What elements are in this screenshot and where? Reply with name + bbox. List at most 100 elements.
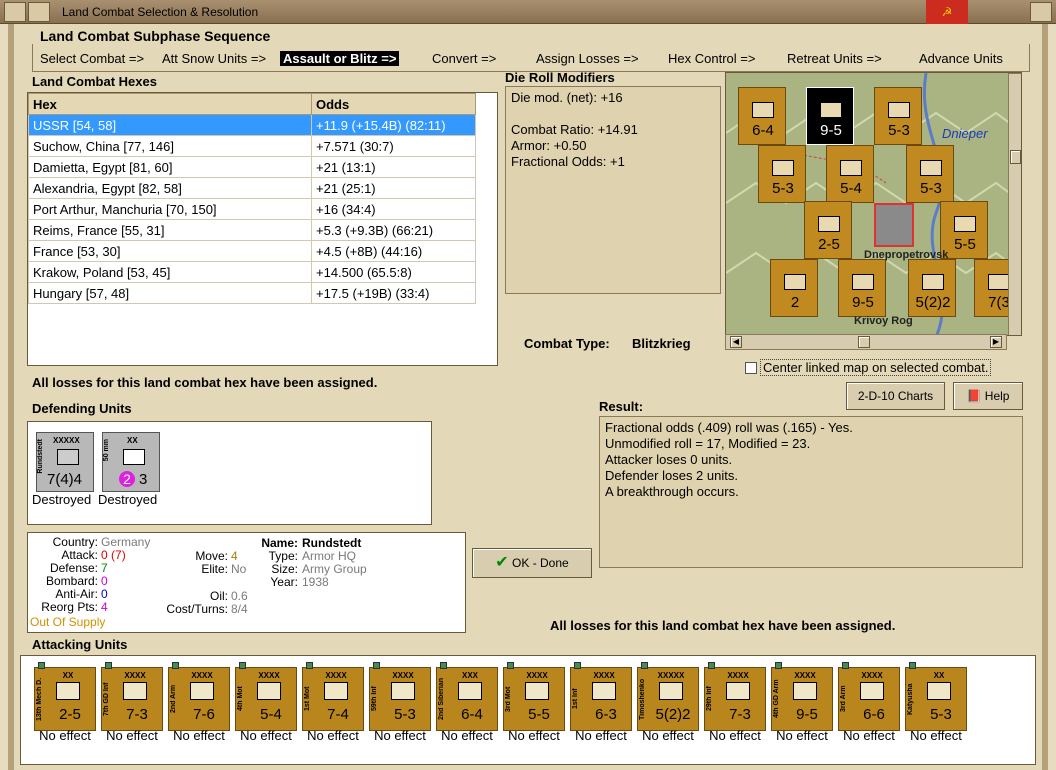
- result-line: Defender loses 2 units.: [605, 468, 738, 483]
- help-label: Help: [984, 389, 1010, 403]
- hex-row[interactable]: USSR [54, 58] +11.9 (+15.4B) (82:11): [28, 114, 476, 136]
- unit-size: XX: [62, 671, 74, 680]
- target-hex-icon[interactable]: [874, 203, 914, 247]
- linked-map[interactable]: 6-4 9-5 5-3 5-3 5-4 5-3 2-5 5-5 2 9-5 5(…: [725, 72, 1022, 336]
- odds-cell: +17.5 (+19B) (33:4): [311, 282, 476, 304]
- cost-value: 8/4: [231, 602, 248, 616]
- unit-value: 5-3: [394, 706, 416, 723]
- subphase-title: Land Combat Subphase Sequence: [40, 28, 271, 44]
- unit-size: XXXX: [392, 671, 414, 680]
- attacker-status: No effect: [374, 728, 426, 743]
- hex-row[interactable]: Krakow, Poland [53, 45] +14.500 (65.5:8): [28, 261, 476, 283]
- system-menu-icon[interactable]: [4, 2, 26, 22]
- cost-label: Cost/Turns:: [166, 602, 228, 616]
- attacker-unit-counter[interactable]: XXXX 1st Mot 7-4: [302, 662, 364, 731]
- map-counter[interactable]: 2-5: [804, 201, 852, 259]
- unit-status-dot-icon: [239, 662, 246, 669]
- odds-cell: +5.3 (+9.3B) (66:21): [311, 219, 476, 241]
- unit-size: XX: [933, 671, 945, 680]
- hex-cell: USSR [54, 58]: [28, 114, 312, 136]
- attacker-status: No effect: [910, 728, 962, 743]
- map-counter[interactable]: 9-5: [806, 87, 854, 145]
- attacker-unit-counter[interactable]: XXXX 4th Mot 5-4: [235, 662, 297, 731]
- map-counter[interactable]: 5(2)2: [908, 259, 956, 317]
- attacker-unit-counter[interactable]: XX 13th Mech D. 2-5: [34, 662, 96, 731]
- unit-status: Destroyed: [32, 492, 92, 507]
- map-counter[interactable]: 5-3: [758, 145, 806, 203]
- ok-done-button[interactable]: ✔ OK - Done: [472, 548, 592, 578]
- attacker-unit-counter[interactable]: XXX 2nd Siberian 6-4: [436, 662, 498, 731]
- map-counter[interactable]: 5-3: [906, 145, 954, 203]
- hex-row[interactable]: Damietta, Egypt [81, 60] +21 (13:1): [28, 156, 476, 178]
- map-vertical-scrollbar[interactable]: [1008, 73, 1021, 335]
- attacker-unit-counter[interactable]: XXXX 59th Inf 5-3: [369, 662, 431, 731]
- defender-unit-rundstedt[interactable]: XXXXX Rundstedt 7(4)4: [36, 432, 94, 492]
- anti-tank-symbol-icon: [123, 449, 145, 465]
- unit-type-symbol-icon: [324, 682, 348, 700]
- attacker-unit-counter[interactable]: XX Katyusha 5-3: [905, 662, 967, 731]
- scroll-left-icon[interactable]: ◀: [730, 336, 742, 348]
- unit-size: XXXXX: [657, 671, 685, 680]
- attacker-unit-counter[interactable]: XXXX 7th GD Inf 7-3: [101, 662, 163, 731]
- hexes-title: Land Combat Hexes: [32, 74, 157, 89]
- map-horizontal-scrollbar[interactable]: ◀ ▶: [725, 334, 1007, 350]
- unit-name: 50 mm: [103, 439, 110, 462]
- result-line: Unmodified roll = 17, Modified = 23.: [605, 436, 811, 451]
- size-label: Size:: [271, 562, 298, 576]
- attacker-unit-counter[interactable]: XXXX 1st Inf 6-3: [570, 662, 632, 731]
- result-line: Fractional odds (.409) roll was (.165) -…: [605, 420, 853, 435]
- attacker-unit-counter[interactable]: XXXX 4th GD Arm 9-5: [771, 662, 833, 731]
- hex-row[interactable]: France [53, 30] +4.5 (+8B) (44:16): [28, 240, 476, 262]
- country-label: Country:: [52, 535, 98, 549]
- hex-row[interactable]: Reims, France [55, 31] +5.3 (+9.3B) (66:2…: [28, 219, 476, 241]
- name-label: Name:: [261, 536, 298, 550]
- attacker-unit-counter[interactable]: XXXXX Timoshenko 5(2)2: [637, 662, 699, 731]
- map-counter[interactable]: 5-3: [874, 87, 922, 145]
- odds-cell: +11.9 (+15.4B) (82:11): [311, 114, 476, 136]
- attacker-unit-counter[interactable]: XXXX 2nd Arm 7-6: [168, 662, 230, 731]
- type-value: Armor HQ: [302, 549, 356, 563]
- help-button[interactable]: 📕 Help: [953, 382, 1023, 410]
- col-header-hex[interactable]: Hex: [28, 93, 312, 115]
- hex-list[interactable]: Hex Odds USSR [54, 58] +11.9 (+15.4B) (82…: [27, 92, 498, 366]
- hex-row[interactable]: Suchow, China [77, 146] +7.571 (30:7): [28, 135, 476, 157]
- defender-unit-50mm[interactable]: XX 50 mm 2 3: [102, 432, 160, 492]
- attacker-unit-counter[interactable]: XXXX 29th Inf 7-3: [704, 662, 766, 731]
- unit-status-dot-icon: [574, 662, 581, 669]
- map-counter[interactable]: 2: [770, 259, 818, 317]
- attack-label: Attack:: [61, 548, 98, 562]
- attacker-status: No effect: [307, 728, 359, 743]
- window-minimize-icon[interactable]: [28, 2, 50, 22]
- odds-cell: +21 (13:1): [311, 156, 476, 178]
- unit-size: XXXX: [727, 671, 749, 680]
- map-counter[interactable]: 5-4: [826, 145, 874, 203]
- attacker-status: No effect: [240, 728, 292, 743]
- col-header-odds[interactable]: Odds: [311, 93, 476, 115]
- hex-row[interactable]: Alexandria, Egypt [82, 58] +21 (25:1): [28, 177, 476, 199]
- attacker-status: No effect: [106, 728, 158, 743]
- center-map-label[interactable]: Center linked map on selected combat.: [760, 359, 992, 376]
- scroll-thumb[interactable]: [1010, 150, 1021, 164]
- unit-size: XXXX: [124, 671, 146, 680]
- unit-type-symbol-icon: [56, 682, 80, 700]
- hex-row[interactable]: Hungary [57, 48] +17.5 (+19B) (33:4): [28, 282, 476, 304]
- charts-button[interactable]: 2-D-10 Charts: [846, 382, 945, 410]
- attacker-status: No effect: [441, 728, 493, 743]
- map-counter[interactable]: 9-5: [838, 259, 886, 317]
- checkmark-icon: ✔: [495, 554, 509, 571]
- scroll-right-icon[interactable]: ▶: [990, 336, 1002, 348]
- losses-message-top: All losses for this land combat hex have…: [32, 375, 378, 390]
- year-value: 1938: [302, 575, 329, 589]
- attacker-unit-counter[interactable]: XXXX 3rd Arm 6-6: [838, 662, 900, 731]
- window-title: Land Combat Selection & Resolution: [62, 5, 259, 19]
- unit-size: XXXX: [861, 671, 883, 680]
- odds-cell: +16 (34:4): [311, 198, 476, 220]
- map-counter[interactable]: 6-4: [738, 87, 786, 145]
- window-close-button[interactable]: [1030, 2, 1052, 22]
- unit-value: 7-6: [193, 706, 215, 723]
- center-map-checkbox[interactable]: [745, 362, 757, 374]
- attacker-unit-counter[interactable]: XXXX 3rd Mot 5-5: [503, 662, 565, 731]
- scroll-thumb[interactable]: [858, 336, 870, 348]
- unit-value: 2-5: [59, 706, 81, 723]
- hex-row[interactable]: Port Arthur, Manchuria [70, 150] +16 (34:…: [28, 198, 476, 220]
